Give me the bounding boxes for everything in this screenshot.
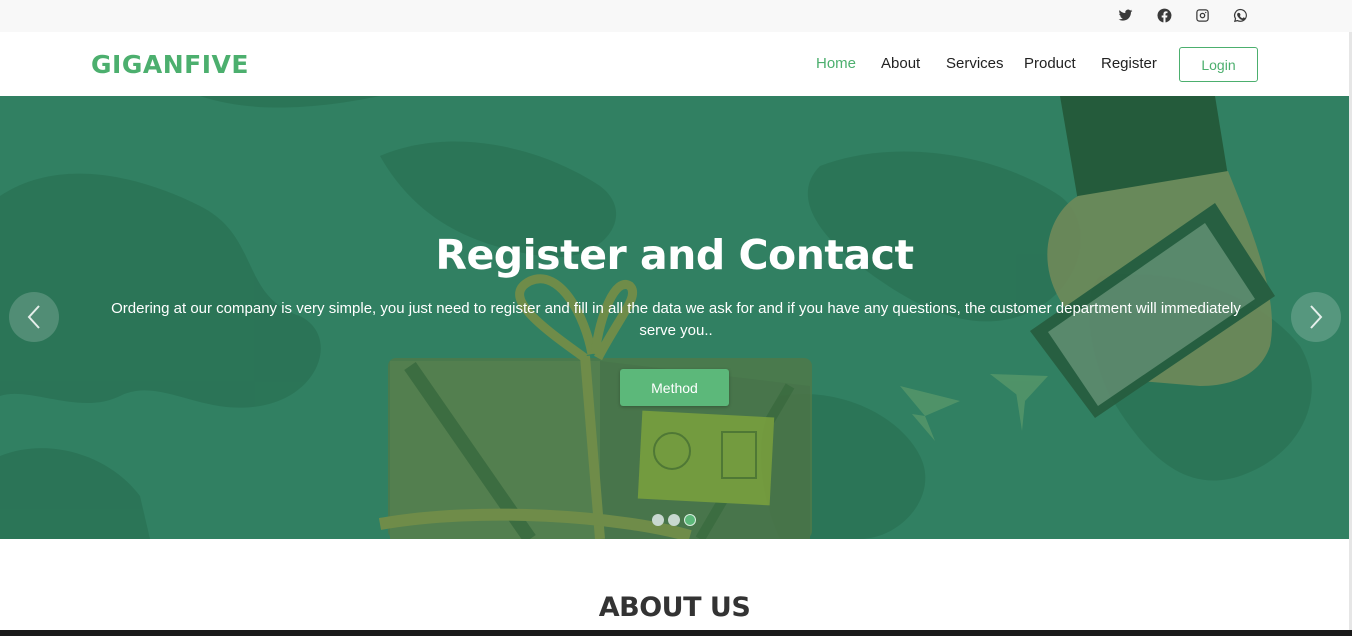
nav-link-register[interactable]: Register: [1101, 55, 1157, 72]
carousel-next-button[interactable]: [1291, 292, 1341, 342]
hero-subtitle: Ordering at our company is very simple, …: [111, 300, 1241, 339]
method-button[interactable]: Method: [620, 369, 729, 406]
twitter-icon[interactable]: [1116, 6, 1134, 24]
main-navbar: GIGANFIVE Home About Services Product Re…: [0, 32, 1352, 96]
taskbar-strip: [0, 630, 1352, 636]
whatsapp-icon[interactable]: [1231, 6, 1249, 24]
carousel-prev-button[interactable]: [9, 292, 59, 342]
login-button[interactable]: Login: [1179, 47, 1258, 82]
top-social-bar: [0, 0, 1352, 32]
nav-link-product[interactable]: Product: [1024, 55, 1076, 72]
nav-link-home[interactable]: Home: [816, 55, 856, 72]
carousel-indicator-2[interactable]: [668, 514, 680, 526]
chevron-right-icon: [1310, 305, 1323, 329]
instagram-icon[interactable]: [1193, 6, 1211, 24]
chevron-left-icon: [27, 305, 40, 329]
nav-link-services[interactable]: Services: [946, 55, 1004, 72]
facebook-icon[interactable]: [1155, 6, 1173, 24]
nav-link-about[interactable]: About: [881, 55, 920, 72]
brand-logo[interactable]: GIGANFIVE: [91, 50, 249, 79]
carousel-indicator-3[interactable]: [684, 514, 696, 526]
hero-carousel: Register and Contact Ordering at our com…: [0, 96, 1349, 539]
about-us-heading: ABOUT US: [598, 592, 751, 623]
carousel-indicator-1[interactable]: [652, 514, 664, 526]
hero-title: Register and Contact: [435, 231, 914, 279]
